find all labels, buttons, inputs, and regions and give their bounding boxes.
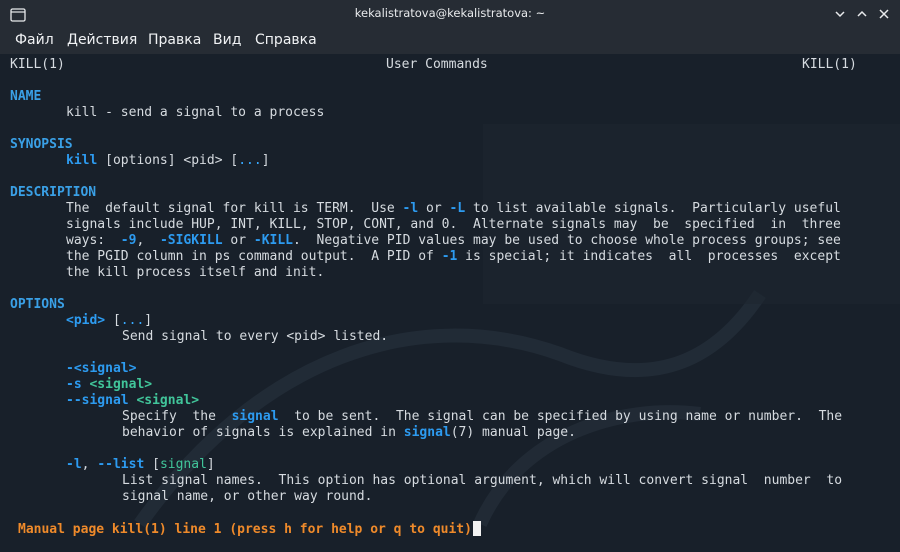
option-dash-signal: -<signal> [66, 361, 137, 376]
description-line-3: ways: -9, -SIGKILL or -KILL. Negative PI… [66, 233, 841, 248]
window-title: kekalistratova@kekalistratova: ~ [354, 6, 546, 20]
minimize-icon[interactable] [832, 6, 848, 22]
scrollbar[interactable] [892, 54, 898, 544]
menu-bar: Файл Действия Правка Вид Справка [0, 28, 900, 54]
menu-view[interactable]: Вид [213, 32, 241, 48]
description-line-2: signals include HUP, INT, KILL, STOP, CO… [66, 217, 841, 232]
option-list: -l, --list [signal] [66, 457, 215, 472]
terminal-output[interactable]: KILL(1) User Commands KILL(1) NAME kill … [0, 54, 900, 552]
option-signal-description-1: Specify the signal to be sent. The signa… [122, 409, 843, 424]
section-name-heading: NAME [10, 89, 42, 104]
menu-actions[interactable]: Действия [67, 32, 137, 48]
option-pid-description: Send signal to every <pid> listed. [122, 329, 389, 344]
synopsis-line: kill [options] <pid> [...] [66, 153, 270, 169]
close-icon[interactable] [876, 6, 892, 22]
section-options-heading: OPTIONS [10, 297, 65, 312]
window-titlebar[interactable]: kekalistratova@kekalistratova: ~ [0, 0, 900, 28]
man-header-left: KILL(1) [10, 57, 65, 72]
synopsis-command: kill [66, 153, 98, 168]
option-list-description-2: signal name, or other way round. [122, 489, 373, 504]
man-header-right: KILL(1) [802, 57, 857, 72]
pager-status-line: Manual page kill(1) line 1 (press h for … [18, 521, 481, 538]
text-cursor [472, 521, 481, 536]
menu-file[interactable]: Файл [15, 32, 54, 48]
section-description-heading: DESCRIPTION [10, 185, 97, 200]
man-header-center: User Commands [386, 57, 488, 72]
synopsis-args: [options] <pid> [ [97, 153, 239, 168]
description-line-5: the kill process itself and init. [66, 265, 325, 280]
option-list-description-1: List signal names. This option has optio… [122, 473, 843, 488]
option-signal-description-2: behavior of signals is explained in sign… [122, 425, 576, 440]
description-line-4: the PGID column in ps command output. A … [66, 249, 841, 264]
synopsis-ellipsis: ... [238, 153, 262, 168]
option-pid: <pid> [...] [66, 313, 153, 328]
option-s-signal: -s <signal> [66, 377, 153, 392]
option-long-signal: --signal <signal> [66, 393, 200, 408]
synopsis-args-end: ] [261, 153, 270, 168]
menu-help[interactable]: Справка [255, 32, 317, 48]
section-synopsis-heading: SYNOPSIS [10, 137, 73, 152]
description-line-1: The default signal for kill is TERM. Use… [66, 201, 841, 216]
menu-edit[interactable]: Правка [148, 32, 201, 48]
name-text: kill - send a signal to a process [66, 105, 325, 120]
maximize-icon[interactable] [854, 6, 870, 22]
pager-status-text: Manual page kill(1) line 1 (press h for … [18, 522, 472, 537]
